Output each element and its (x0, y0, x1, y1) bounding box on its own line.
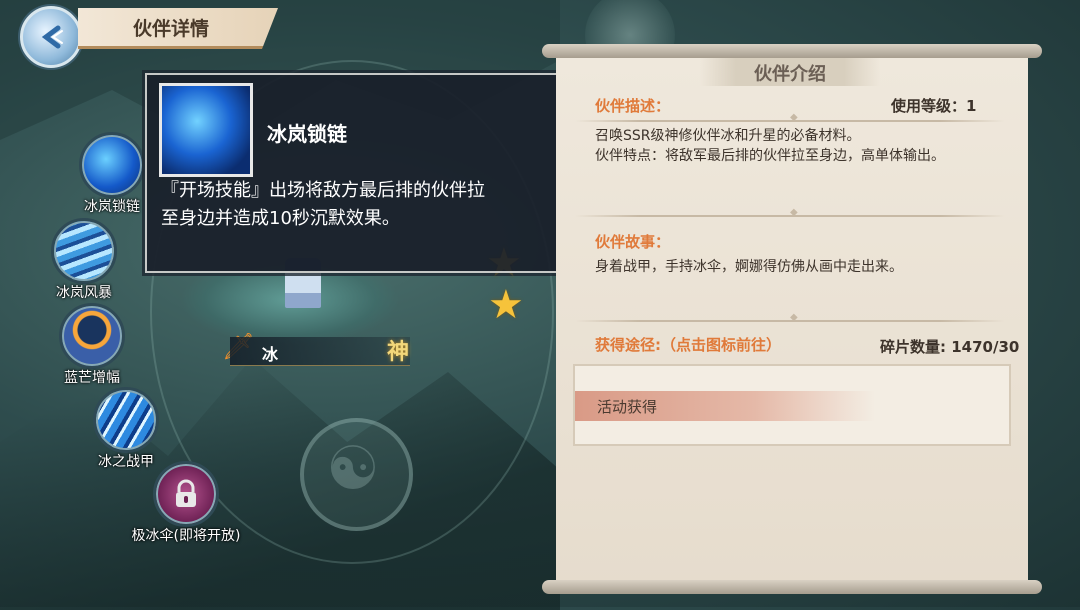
star-icon: ★ (488, 282, 524, 328)
skill-ice-chain[interactable]: 冰岚锁链 (77, 132, 147, 216)
page-title-banner: 伙伴详情 (78, 8, 278, 49)
skill-blue-boost[interactable]: 蓝芒增幅 (57, 303, 127, 387)
story-text: 身着战甲，手持冰伞，婀娜得仿佛从画中走出来。 (595, 259, 903, 275)
lock-icon (153, 461, 219, 527)
use-level: 使用等级：1 (891, 97, 977, 115)
panel-title: 伙伴介绍 (754, 64, 826, 85)
back-button[interactable] (20, 6, 82, 68)
scroll-rod-bottom (542, 580, 1042, 594)
scroll-rod-top (542, 44, 1042, 58)
obtain-label: 获得途径:（点击图标前往） (595, 336, 781, 354)
yinyang-emblem (300, 418, 413, 531)
skill-ice-armor[interactable]: 冰之战甲 (91, 387, 161, 471)
rank-badge: 神 (386, 340, 409, 365)
skill-ice-umbrella-locked[interactable]: 极冰伞(即将开放) (132, 461, 240, 545)
description-line: 召唤SSR级神修伙伴冰和升星的必备材料。 (595, 128, 861, 144)
ice-chain-icon (159, 83, 253, 177)
fragment-count: 碎片数量: 1470/30 (880, 338, 1020, 356)
description-line: 伙伴特点：将敌军最后排的伙伴拉至身边，高单体输出。 (595, 148, 945, 164)
tooltip-skill-description: 『开场技能』出场将敌方最后排的伙伴拉 至身边并造成10秒沉默效果。 (161, 177, 549, 233)
page-title: 伙伴详情 (133, 18, 210, 40)
ice-armor-icon (93, 387, 159, 453)
description-label: 伙伴描述： (595, 97, 671, 115)
blue-boost-icon (59, 303, 125, 369)
obtain-item-event[interactable]: 活动获得 (575, 391, 875, 421)
back-arrow-icon (41, 25, 63, 49)
divider (575, 207, 1005, 218)
skill-label: 冰岚锁链 (84, 199, 140, 215)
tooltip-skill-name: 冰岚锁链 (267, 122, 347, 146)
ice-storm-icon (51, 218, 117, 284)
skill-label: 蓝芒增幅 (64, 370, 120, 386)
story-label: 伙伴故事： (595, 233, 671, 251)
character-name: 冰 (262, 345, 279, 364)
divider (575, 112, 1005, 123)
ice-chain-icon (79, 132, 145, 198)
skill-label: 冰岚风暴 (56, 285, 112, 301)
skill-label: 极冰伞(即将开放) (131, 528, 241, 544)
tooltip-desc-line: 至身边并造成10秒沉默效果。 (161, 208, 400, 229)
obtain-item-label: 活动获得 (597, 398, 658, 416)
tooltip-desc-line: 『开场技能』出场将敌方最后排的伙伴拉 (161, 180, 485, 201)
skill-tooltip: 冰岚锁链 『开场技能』出场将敌方最后排的伙伴拉 至身边并造成10秒沉默效果。 (145, 73, 559, 273)
divider (575, 312, 1005, 323)
skill-ice-storm[interactable]: 冰岚风暴 (49, 218, 119, 302)
